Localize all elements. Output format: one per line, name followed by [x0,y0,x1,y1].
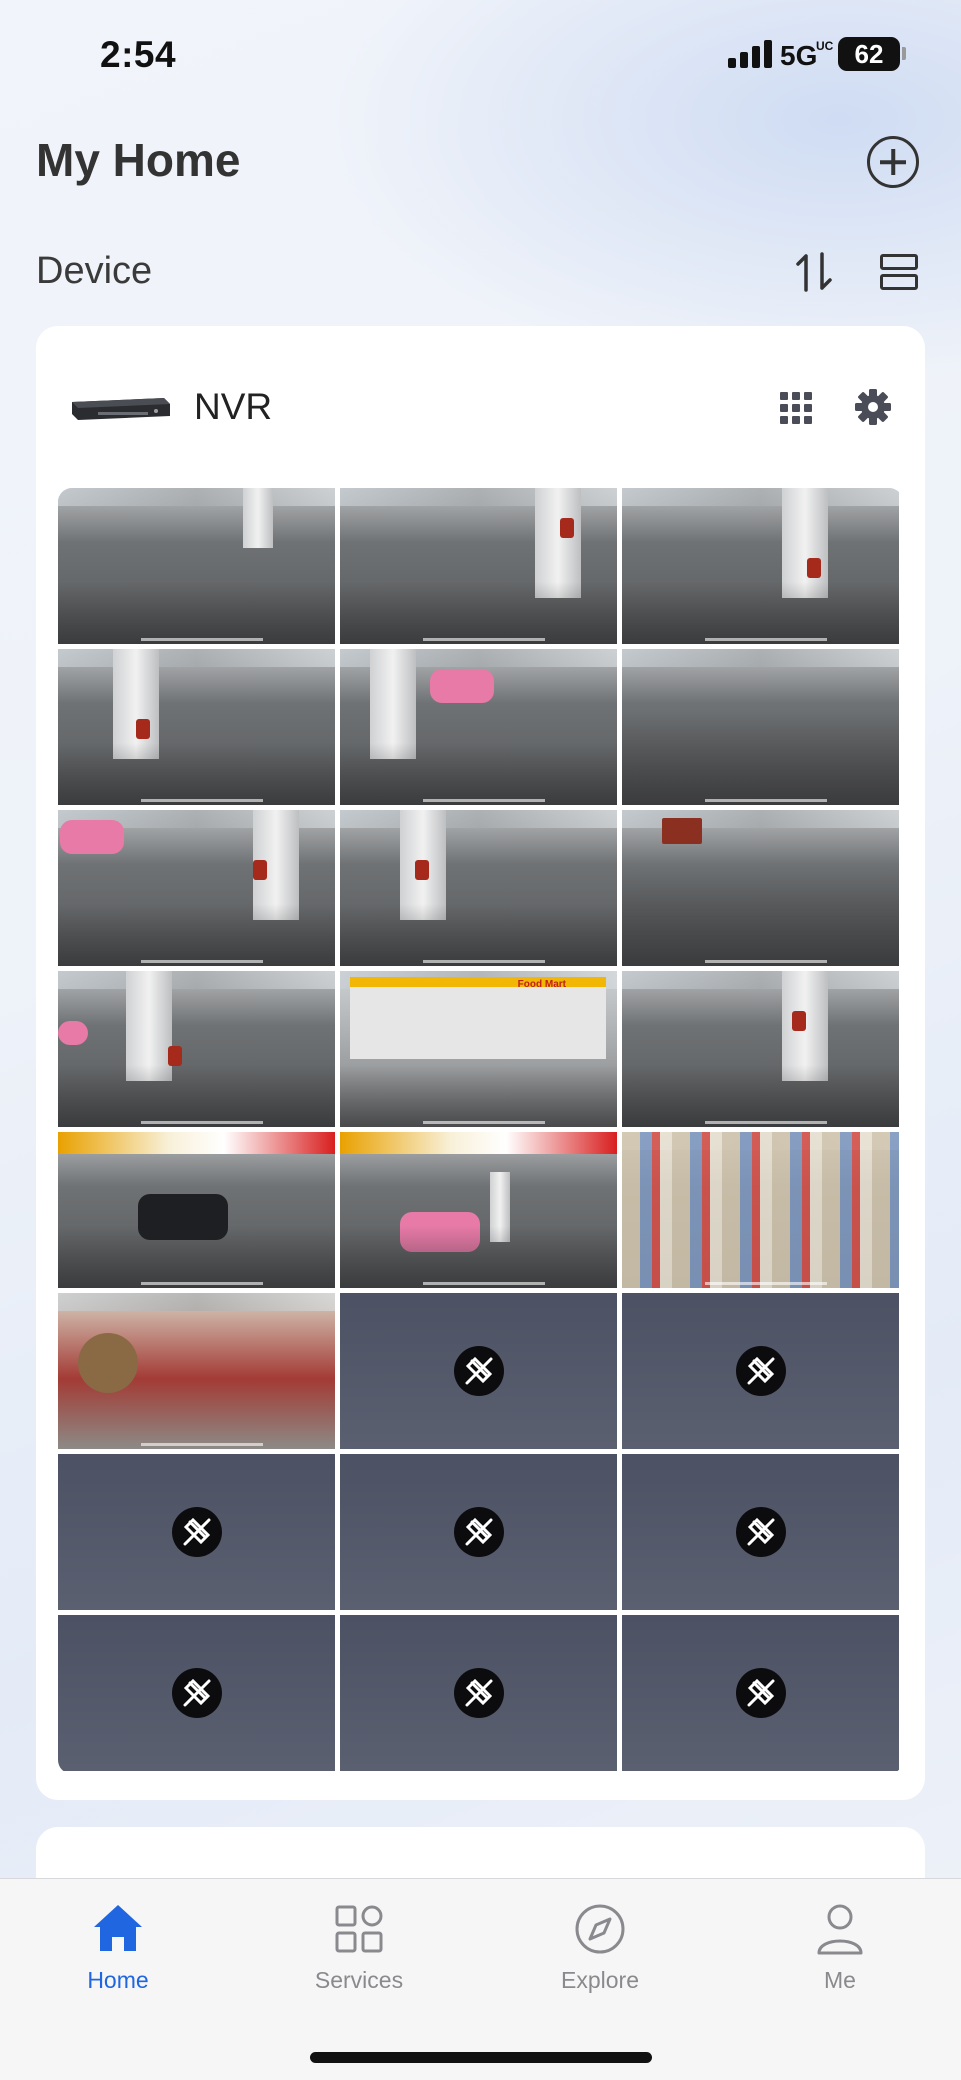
tab-home[interactable]: Home [38,1899,198,1994]
camera-tile[interactable] [58,488,335,644]
list-layout-icon-top [880,254,918,270]
camera-tile-offline[interactable] [340,1454,617,1610]
camera-tile[interactable] [340,1132,617,1288]
tab-services-label: Services [314,1967,404,1993]
store-sign: Food Mart [517,979,566,990]
camera-offline-icon [453,1668,504,1718]
camera-offline-icon [453,1507,504,1557]
person-icon [817,1904,863,1955]
status-time: 2:54 [100,34,177,75]
camera-tile[interactable] [622,971,899,1127]
camera-tile[interactable] [58,1132,335,1288]
camera-tile-offline[interactable] [58,1454,335,1610]
camera-tile[interactable] [340,649,617,805]
tab-bar: Home Services Explore Me [0,1878,961,2080]
camera-tile-offline[interactable] [58,1615,335,1771]
sort-arrows-icon[interactable] [794,250,834,294]
device-name[interactable]: NVR [194,386,272,428]
tab-services[interactable]: Services [279,1899,439,1994]
tab-home-label: Home [87,1967,149,1993]
battery-tip [902,47,906,60]
camera-tile[interactable] [58,649,335,805]
nvr-device-icon [72,398,170,420]
camera-tile[interactable] [622,649,899,805]
camera-tile[interactable] [58,810,335,966]
camera-tile[interactable] [340,810,617,966]
camera-tile[interactable] [340,488,617,644]
camera-tile-offline[interactable] [622,1293,899,1449]
home-indicator [310,2052,652,2063]
gear-icon[interactable] [854,388,892,426]
camera-tile-offline[interactable] [622,1454,899,1610]
section-title-device: Device [36,250,153,292]
camera-tile[interactable] [622,810,899,966]
home-icon [94,1905,142,1951]
page-title: My Home [36,134,241,186]
network-type: 5G [780,40,818,71]
camera-offline-icon [735,1507,786,1557]
grid-apps-icon [335,1905,383,1953]
network-suffix: UC [816,39,834,53]
camera-tile-offline[interactable] [340,1615,617,1771]
battery-level: 62 [838,37,900,71]
camera-tile-offline[interactable] [622,1615,899,1771]
tab-me-label: Me [824,1967,856,1993]
grid-view-button[interactable] [780,392,812,424]
tab-me[interactable]: Me [760,1899,920,1994]
camera-offline-icon [171,1507,222,1557]
list-layout-button[interactable] [880,254,918,292]
camera-tile-offline[interactable] [340,1293,617,1449]
camera-offline-icon [735,1346,786,1396]
add-device-button[interactable] [867,136,919,188]
camera-tile[interactable]: Food Mart [340,971,617,1127]
tab-explore[interactable]: Explore [520,1899,680,1994]
device-card: NVR Food Mart [36,326,925,1800]
camera-offline-icon [171,1668,222,1718]
camera-tile[interactable] [58,1293,335,1449]
camera-tile[interactable] [622,488,899,644]
camera-offline-icon [735,1668,786,1718]
camera-grid: Food Mart [58,488,903,1774]
list-layout-icon-bottom [880,274,918,290]
camera-tile[interactable] [622,1132,899,1288]
camera-tile[interactable] [58,971,335,1127]
tab-explore-label: Explore [561,1967,639,1993]
camera-offline-icon [453,1346,504,1396]
compass-icon [575,1904,625,1954]
status-bar: 2:54 5G UC 62 [0,0,961,110]
store-facade: Food Mart [350,977,606,1059]
signal-strength-icon [728,40,772,68]
